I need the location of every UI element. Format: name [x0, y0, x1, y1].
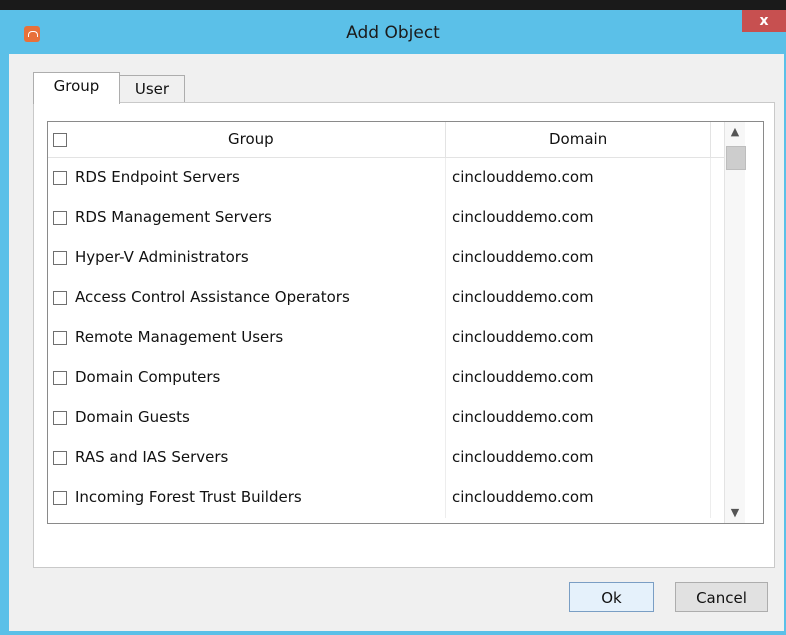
chevron-down-icon[interactable]: ▼ [725, 503, 745, 523]
table-row[interactable]: RDS Management Servers cinclouddemo.com [48, 198, 711, 238]
chevron-up-icon[interactable]: ▲ [725, 122, 745, 142]
row-checkbox[interactable] [53, 491, 67, 505]
row-checkbox[interactable] [53, 451, 67, 465]
cell-domain: cinclouddemo.com [446, 198, 711, 238]
group-name: Domain Guests [75, 408, 190, 426]
domain-name: cinclouddemo.com [452, 168, 594, 186]
group-name: Incoming Forest Trust Builders [75, 488, 302, 506]
vertical-scrollbar[interactable]: ▲ ▼ [724, 122, 763, 523]
cell-domain: cinclouddemo.com [446, 438, 711, 478]
window-title: Add Object [346, 23, 440, 43]
row-checkbox[interactable] [53, 211, 67, 225]
domain-name: cinclouddemo.com [452, 488, 594, 506]
row-checkbox[interactable] [53, 411, 67, 425]
group-name: Access Control Assistance Operators [75, 288, 350, 306]
group-name: RDS Endpoint Servers [75, 168, 240, 186]
row-checkbox[interactable] [53, 171, 67, 185]
table-row[interactable]: RAS and IAS Servers cinclouddemo.com [48, 438, 711, 478]
cell-group: RDS Management Servers [48, 198, 446, 238]
dialog-body: Group User Group Domain RDS Endpoint Ser… [9, 54, 784, 631]
row-checkbox[interactable] [53, 331, 67, 345]
group-name: Domain Computers [75, 368, 221, 386]
domain-name: cinclouddemo.com [452, 288, 594, 306]
cell-domain: cinclouddemo.com [446, 398, 711, 438]
cell-domain: cinclouddemo.com [446, 358, 711, 398]
table-row[interactable]: Remote Management Users cinclouddemo.com [48, 318, 711, 358]
table-row[interactable]: Domain Computers cinclouddemo.com [48, 358, 711, 398]
cell-group: Hyper-V Administrators [48, 238, 446, 278]
cell-group: Remote Management Users [48, 318, 446, 358]
scrollbar-track[interactable]: ▲ ▼ [724, 122, 746, 523]
group-table: Group Domain RDS Endpoint Servers cinclou… [47, 121, 764, 524]
tab-user[interactable]: User [119, 75, 185, 102]
table-row[interactable]: Hyper-V Administrators cinclouddemo.com [48, 238, 711, 278]
table-row[interactable]: Domain Guests cinclouddemo.com [48, 398, 711, 438]
domain-name: cinclouddemo.com [452, 328, 594, 346]
tab-group[interactable]: Group [33, 72, 120, 104]
header-domain-column[interactable]: Domain [446, 122, 711, 157]
select-all-checkbox[interactable] [53, 133, 67, 147]
row-checkbox[interactable] [53, 371, 67, 385]
cell-domain: cinclouddemo.com [446, 278, 711, 318]
cell-domain: cinclouddemo.com [446, 478, 711, 518]
cell-domain: cinclouddemo.com [446, 318, 711, 358]
row-checkbox[interactable] [53, 291, 67, 305]
ok-button[interactable]: Ok [569, 582, 654, 612]
cell-group: RDS Endpoint Servers [48, 158, 446, 198]
domain-name: cinclouddemo.com [452, 248, 594, 266]
cell-domain: cinclouddemo.com [446, 158, 711, 198]
domain-name: cinclouddemo.com [452, 208, 594, 226]
column-header-domain: Domain [549, 130, 608, 148]
table-row[interactable]: RDS Endpoint Servers cinclouddemo.com [48, 158, 711, 198]
cell-group: Domain Guests [48, 398, 446, 438]
title-bar[interactable]: Add Object [0, 10, 786, 54]
domain-name: cinclouddemo.com [452, 368, 594, 386]
cell-group: Domain Computers [48, 358, 446, 398]
table-row[interactable]: Access Control Assistance Operators cincl… [48, 278, 711, 318]
group-name: Remote Management Users [75, 328, 284, 346]
cell-group: Access Control Assistance Operators [48, 278, 446, 318]
tab-panel: Group Domain RDS Endpoint Servers cinclou… [33, 102, 775, 568]
cell-group: Incoming Forest Trust Builders [48, 478, 446, 518]
table-row[interactable]: Incoming Forest Trust Builders cincloudde… [48, 478, 711, 518]
scrollbar-thumb[interactable] [726, 146, 746, 170]
row-checkbox[interactable] [53, 251, 67, 265]
group-name: RAS and IAS Servers [75, 448, 229, 466]
add-object-dialog: Add Object x Group User Group Domain RDS… [0, 0, 786, 635]
cancel-button[interactable]: Cancel [675, 582, 768, 612]
group-name: Hyper-V Administrators [75, 248, 249, 266]
domain-name: cinclouddemo.com [452, 448, 594, 466]
window-top-border [0, 0, 786, 10]
cell-group: RAS and IAS Servers [48, 438, 446, 478]
close-icon: x [759, 13, 769, 29]
group-name: RDS Management Servers [75, 208, 272, 226]
header-group-column[interactable]: Group [48, 122, 446, 157]
close-button[interactable]: x [742, 10, 786, 32]
cell-domain: cinclouddemo.com [446, 238, 711, 278]
domain-name: cinclouddemo.com [452, 408, 594, 426]
table-header: Group Domain [48, 122, 763, 158]
column-header-group: Group [228, 130, 274, 148]
